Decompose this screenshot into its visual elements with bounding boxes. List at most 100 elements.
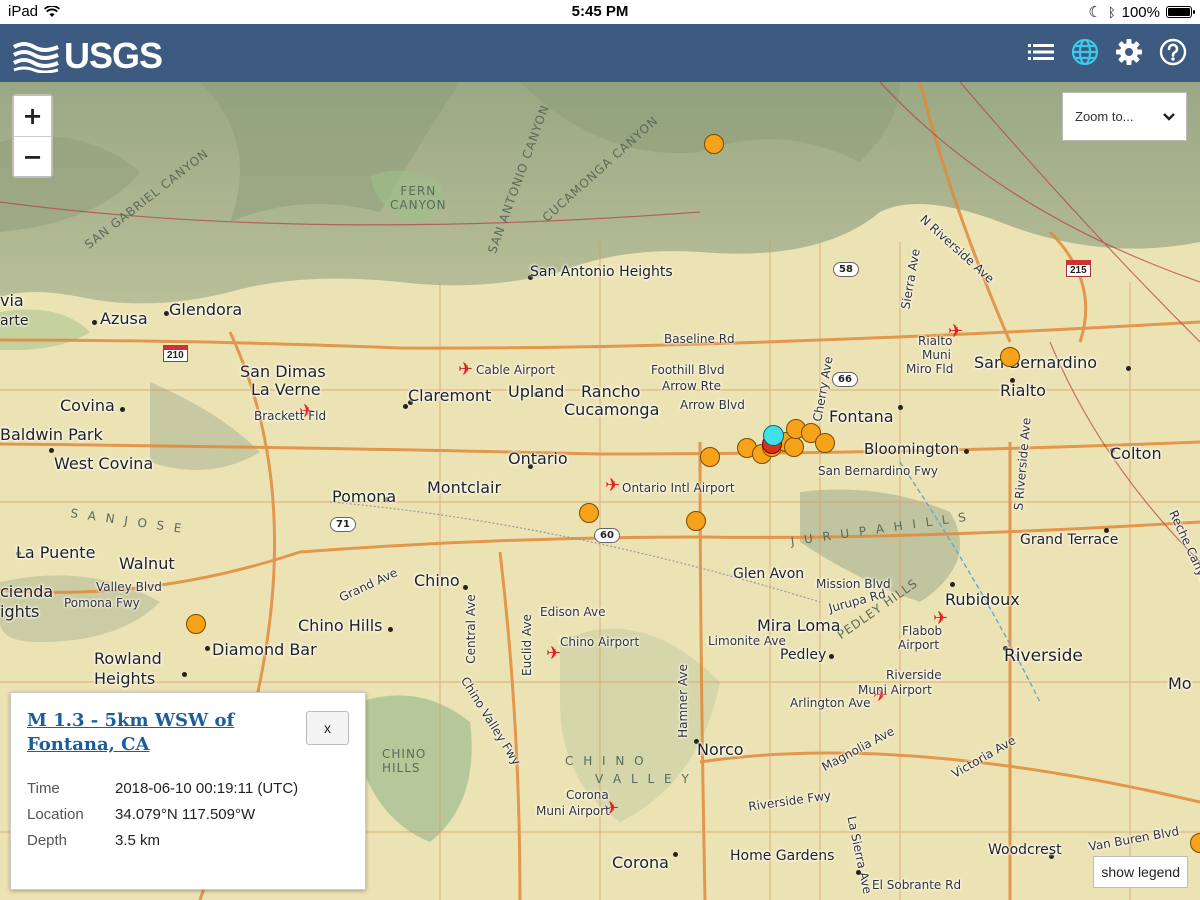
place-label: arte xyxy=(0,313,29,329)
place-label: Chino xyxy=(414,571,460,590)
airport-label: Corona xyxy=(566,788,609,802)
airport-label: Miro Fld xyxy=(906,362,954,376)
airport-label: Muni Airport xyxy=(858,683,932,697)
zoom-to-label: Zoom to... xyxy=(1075,109,1134,124)
earthquake-marker[interactable] xyxy=(186,614,206,634)
city-dot xyxy=(673,852,678,857)
popup-close-button[interactable]: x xyxy=(306,711,349,745)
zoom-out-button[interactable]: − xyxy=(14,136,51,176)
earthquake-marker[interactable] xyxy=(815,433,835,453)
place-label: Corona xyxy=(612,853,669,872)
place-label: Rialto xyxy=(1000,381,1046,400)
app-header: USGS xyxy=(0,24,1200,82)
zoom-in-button[interactable]: + xyxy=(14,96,51,136)
map-view[interactable]: FERN CANYON S A N J O S E J U R U P A H I… xyxy=(0,82,1200,900)
globe-icon[interactable] xyxy=(1070,37,1100,67)
place-label: Chino Hills xyxy=(298,616,383,635)
place-label: Diamond Bar xyxy=(212,640,317,659)
road-label: Euclid Ave xyxy=(519,614,534,676)
popup-title-link[interactable]: M 1.3 - 5km WSW of Fontana, CA xyxy=(27,709,287,757)
road-label: Foothill Blvd xyxy=(651,363,725,377)
interstate-shield: 210 xyxy=(163,345,188,362)
city-dot xyxy=(898,405,903,410)
city-dot xyxy=(388,627,393,632)
logo-text: USGS xyxy=(64,35,163,76)
airport-label: Ontario Intl Airport xyxy=(622,481,735,495)
place-label: San Antonio Heights xyxy=(530,264,673,280)
road-label: Arlington Ave xyxy=(790,696,871,710)
airport-icon: ✈ xyxy=(546,643,562,663)
table-row: Time 2018-06-10 00:19:11 (UTC) xyxy=(27,775,298,801)
place-label: Claremont xyxy=(408,386,492,405)
airport-label: Flabob xyxy=(902,624,943,638)
place-label: Mira Loma xyxy=(757,616,841,635)
place-label: Norco xyxy=(697,740,744,759)
usgs-wave-icon xyxy=(12,42,59,73)
road-label: El Sobrante Rd xyxy=(872,878,962,892)
battery-icon xyxy=(1166,6,1195,18)
city-dot xyxy=(463,585,468,590)
route-shield: 60 xyxy=(594,528,620,543)
place-label: Riverside xyxy=(1004,646,1083,666)
city-dot xyxy=(49,448,54,453)
city-dot xyxy=(182,672,187,677)
place-label: Rancho xyxy=(581,382,641,401)
place-label: Glendora xyxy=(169,300,243,319)
battery-percent: 100% xyxy=(1121,3,1160,21)
city-dot xyxy=(950,582,955,587)
moon-icon: ☾ xyxy=(1088,4,1102,21)
place-label: ights xyxy=(0,602,40,621)
road-label: Baseline Rd xyxy=(664,332,735,346)
usgs-logo[interactable]: USGS xyxy=(12,35,163,77)
city-dot xyxy=(92,320,97,325)
detail-value: 34.079°N 117.509°W xyxy=(115,805,256,823)
detail-value: 2018-06-10 00:19:11 (UTC) xyxy=(115,779,299,797)
place-label: Cucamonga xyxy=(564,400,660,419)
fern-canyon-label: FERN CANYON xyxy=(390,184,447,212)
airport-label: Cable Airport xyxy=(476,363,555,377)
route-shield: 58 xyxy=(833,262,859,277)
place-label: Colton xyxy=(1110,444,1162,463)
interstate-shield: 215 xyxy=(1066,260,1091,277)
show-legend-button[interactable]: show legend xyxy=(1093,856,1188,888)
gear-icon[interactable] xyxy=(1114,37,1144,67)
list-icon[interactable] xyxy=(1026,37,1056,67)
earthquake-marker[interactable] xyxy=(686,511,706,531)
city-dot xyxy=(1126,366,1131,371)
earthquake-marker[interactable] xyxy=(704,134,724,154)
zoom-controls: + − xyxy=(12,94,53,178)
earthquake-marker-selected[interactable] xyxy=(763,425,784,446)
earthquake-popup: M 1.3 - 5km WSW of Fontana, CA x Time 20… xyxy=(10,692,366,890)
chino-valley-label-2: V A L L E Y xyxy=(595,772,692,786)
airport-label: Rialto xyxy=(918,334,953,348)
airport-icon: ✈ xyxy=(605,475,621,495)
bluetooth-icon: ᛒ xyxy=(1107,4,1116,20)
earthquake-marker[interactable] xyxy=(579,503,599,523)
header-icons xyxy=(1026,37,1188,67)
earthquake-marker[interactable] xyxy=(700,447,720,467)
place-label: Home Gardens xyxy=(730,848,835,864)
place-label: Baldwin Park xyxy=(0,425,103,444)
city-dot xyxy=(829,654,834,659)
help-icon[interactable] xyxy=(1158,37,1188,67)
detail-key: Depth xyxy=(27,831,68,849)
airport-label: Chino Airport xyxy=(560,635,640,649)
earthquake-marker[interactable] xyxy=(1000,347,1020,367)
airport-label: Muni xyxy=(922,348,951,362)
zoom-to-select[interactable]: Zoom to... xyxy=(1062,92,1187,141)
city-dot xyxy=(120,407,125,412)
status-right: ☾ ᛒ 100% xyxy=(1088,3,1195,21)
city-dot xyxy=(964,449,969,454)
city-dot xyxy=(856,870,861,875)
ios-status-bar: iPad 5:45 PM ☾ ᛒ 100% xyxy=(0,0,1200,24)
place-label: Woodcrest xyxy=(988,842,1062,858)
place-label: Bloomington xyxy=(864,440,960,458)
route-shield: 66 xyxy=(832,372,858,387)
place-label: cienda xyxy=(0,582,54,601)
airport-label: Muni Airport xyxy=(536,804,610,818)
place-label: Azusa xyxy=(100,309,148,328)
chino-hills-park-label: CHINO HILLS xyxy=(382,747,427,775)
earthquake-marker[interactable] xyxy=(784,437,804,457)
road-label: Arrow Rte xyxy=(662,379,721,393)
place-label: via xyxy=(0,291,24,310)
